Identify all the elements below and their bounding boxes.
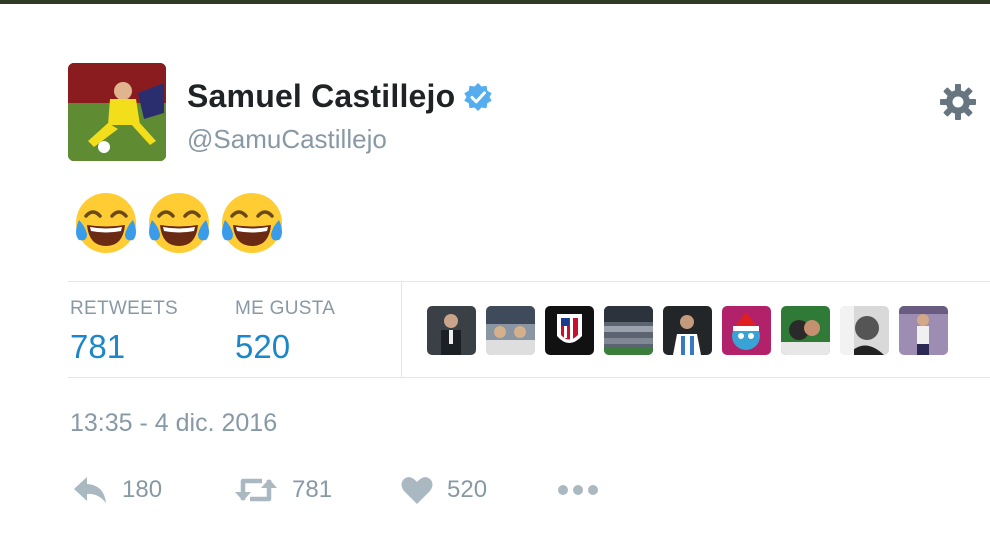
- tweet-body: [73, 190, 285, 256]
- liker-avatar[interactable]: [427, 306, 476, 355]
- like-count: 520: [447, 476, 488, 503]
- likes-label: ME GUSTA: [235, 298, 336, 319]
- reply-icon: [74, 477, 106, 503]
- user-handle[interactable]: @SamuCastillejo: [187, 124, 387, 155]
- liker-avatar[interactable]: [545, 306, 594, 355]
- likers-avatar-list: [427, 306, 948, 355]
- top-border: [0, 0, 990, 4]
- liker-avatar[interactable]: [840, 306, 889, 355]
- tears-of-joy-emoji-icon: [76, 193, 136, 253]
- more-button[interactable]: [557, 475, 599, 505]
- liker-avatar[interactable]: [722, 306, 771, 355]
- liker-avatar[interactable]: [781, 306, 830, 355]
- tweet-timestamp[interactable]: 13:35 - 4 dic. 2016: [70, 409, 277, 438]
- avatar[interactable]: [68, 63, 166, 161]
- liker-avatar[interactable]: [486, 306, 535, 355]
- likes-value: 520: [235, 328, 291, 365]
- retweets-label: RETWEETS: [70, 298, 178, 319]
- stats-bottom-divider: [68, 377, 990, 378]
- stats-top-divider: [68, 281, 990, 282]
- liker-avatar[interactable]: [663, 306, 712, 355]
- display-name[interactable]: Samuel Castillejo: [187, 78, 455, 115]
- liker-avatar[interactable]: [604, 306, 653, 355]
- tears-of-joy-emoji-icon: [222, 193, 282, 253]
- like-button[interactable]: 520: [401, 475, 487, 505]
- liker-avatar[interactable]: [899, 306, 948, 355]
- retweets-value: 781: [70, 328, 126, 365]
- gear-icon[interactable]: [938, 82, 978, 122]
- verified-badge-icon: [464, 82, 493, 111]
- heart-icon: [401, 477, 433, 504]
- likes-stat[interactable]: ME GUSTA 520: [235, 298, 335, 366]
- tears-of-joy-emoji-icon: [149, 193, 209, 253]
- retweet-button[interactable]: 781: [234, 475, 332, 505]
- retweet-icon: [235, 478, 277, 502]
- retweet-count: 781: [292, 476, 333, 503]
- reply-button[interactable]: 180: [72, 475, 162, 505]
- retweets-stat[interactable]: RETWEETS 781: [70, 298, 178, 366]
- reply-count: 180: [122, 476, 163, 503]
- more-icon: [558, 485, 598, 495]
- stats-vertical-divider: [401, 282, 402, 378]
